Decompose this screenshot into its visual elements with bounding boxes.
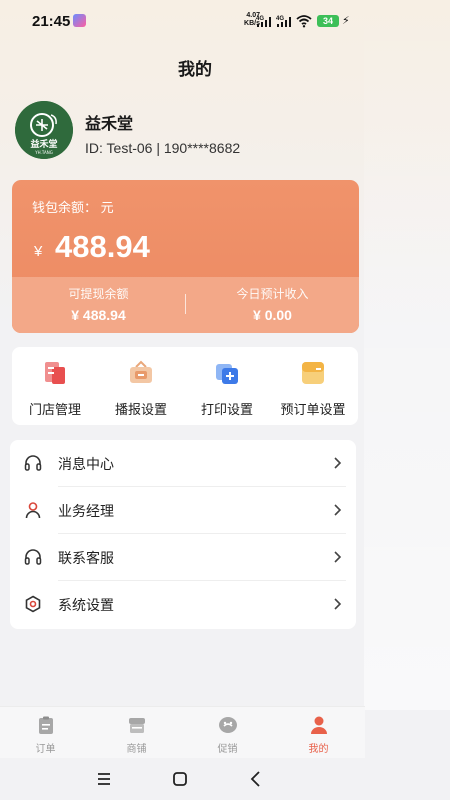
chevron-right-icon bbox=[334, 504, 342, 516]
func-store-management[interactable]: 门店管理 bbox=[12, 347, 98, 425]
tab-label: 订单 bbox=[35, 744, 56, 755]
menu-item-message-center[interactable]: 消息中心 bbox=[10, 440, 356, 487]
settings-menu: 消息中心 业务经理 联系客服 系统设置 bbox=[10, 440, 356, 629]
wifi-icon bbox=[296, 15, 312, 28]
battery-indicator: 34 bbox=[317, 15, 339, 27]
notification-app-icon bbox=[73, 14, 86, 27]
gear-icon bbox=[25, 595, 41, 613]
page-title: 我的 bbox=[178, 60, 212, 79]
func-label: 门店管理 bbox=[28, 402, 81, 417]
preorder-icon bbox=[302, 362, 324, 384]
chevron-right-icon bbox=[334, 457, 342, 469]
headset-icon bbox=[24, 455, 42, 471]
network-label-2: 4G bbox=[276, 16, 284, 22]
tab-label: 促销 bbox=[217, 744, 238, 755]
print-icon bbox=[216, 364, 238, 384]
promo-icon bbox=[219, 717, 237, 733]
broadcast-icon bbox=[130, 360, 152, 383]
store-name: 益禾堂 bbox=[85, 116, 134, 133]
back-icon[interactable] bbox=[244, 768, 268, 790]
chevron-right-icon bbox=[334, 598, 342, 610]
func-label: 播报设置 bbox=[114, 402, 167, 417]
network-label-1: 4G bbox=[256, 16, 264, 22]
wallet-balance: 488.94 bbox=[55, 229, 150, 264]
menu-item-business-manager[interactable]: 业务经理 bbox=[10, 487, 356, 534]
func-label: 预订单设置 bbox=[280, 402, 346, 417]
clipboard-icon bbox=[39, 716, 53, 734]
func-label: 打印设置 bbox=[200, 402, 253, 417]
logo-subtext: YH.TANG bbox=[34, 150, 53, 155]
wallet-summary: 可提现余额 ¥ 488.94 今日预计收入 ¥ 0.00 bbox=[12, 277, 359, 333]
shop-icon bbox=[129, 718, 145, 733]
status-bar: 21:45 4.07 KB/s 4G 4G 34 ⚡ bbox=[0, 0, 450, 40]
menu-label: 消息中心 bbox=[58, 456, 114, 472]
function-grid: 门店管理 播报设置 打印设置 预订单设置 bbox=[12, 347, 358, 425]
signal-icon: 4G bbox=[256, 16, 271, 27]
chevron-right-icon bbox=[334, 551, 342, 563]
tab-promotions[interactable]: 促销 bbox=[182, 707, 273, 759]
avatar[interactable]: 益禾堂 YH.TANG bbox=[15, 101, 73, 159]
tab-orders[interactable]: 订单 bbox=[0, 707, 91, 759]
tab-label: 商铺 bbox=[126, 744, 147, 755]
wallet-label: 钱包余额： 元 bbox=[32, 200, 114, 215]
store-manage-icon bbox=[45, 362, 65, 384]
withdrawable-label: 可提现余额 bbox=[68, 287, 129, 301]
menu-item-system-settings[interactable]: 系统设置 bbox=[10, 581, 356, 628]
store-id-phone: ID: Test-06 | 190****8682 bbox=[85, 140, 241, 156]
logo-text: 益禾堂 bbox=[30, 138, 57, 150]
charging-icon: ⚡ bbox=[342, 15, 350, 27]
today-income-value: ¥ 0.00 bbox=[253, 307, 292, 323]
brand-logo-icon: 益禾堂 YH.TANG bbox=[15, 101, 73, 159]
today-income[interactable]: 今日预计收入 ¥ 0.00 bbox=[186, 285, 359, 323]
func-print-settings[interactable]: 打印设置 bbox=[184, 347, 270, 425]
wallet-card[interactable]: 钱包余额： 元 ¥ 488.94 可提现余额 ¥ 488.94 今日预计收入 ¥… bbox=[12, 180, 359, 333]
signal-icon: 4G bbox=[276, 16, 291, 27]
user-icon bbox=[311, 716, 327, 734]
menu-icon[interactable] bbox=[92, 768, 116, 790]
person-icon bbox=[25, 502, 41, 519]
menu-label: 联系客服 bbox=[58, 550, 114, 566]
system-nav-bar bbox=[0, 758, 450, 800]
tab-label: 我的 bbox=[308, 744, 329, 755]
tab-mine[interactable]: 我的 bbox=[273, 707, 364, 759]
background-overlay bbox=[364, 0, 450, 710]
func-preorder-settings[interactable]: 预订单设置 bbox=[270, 347, 356, 425]
tab-shop[interactable]: 商铺 bbox=[91, 707, 182, 759]
withdrawable-balance[interactable]: 可提现余额 ¥ 488.94 bbox=[12, 285, 185, 323]
phone-screen: 21:45 4.07 KB/s 4G 4G 34 ⚡ 我的 益禾堂 YH.TAN… bbox=[0, 0, 450, 800]
headset-icon bbox=[24, 549, 42, 565]
withdrawable-value: ¥ 488.94 bbox=[71, 307, 126, 323]
tab-bar: 订单 商铺 促销 我的 bbox=[0, 706, 365, 758]
today-income-label: 今日预计收入 bbox=[236, 287, 309, 301]
menu-label: 业务经理 bbox=[58, 503, 114, 519]
menu-item-contact-support[interactable]: 联系客服 bbox=[10, 534, 356, 581]
menu-label: 系统设置 bbox=[58, 597, 114, 613]
currency-symbol: ¥ bbox=[34, 243, 43, 260]
func-broadcast-settings[interactable]: 播报设置 bbox=[98, 347, 184, 425]
home-icon[interactable] bbox=[168, 768, 192, 790]
status-time: 21:45 bbox=[32, 13, 71, 30]
